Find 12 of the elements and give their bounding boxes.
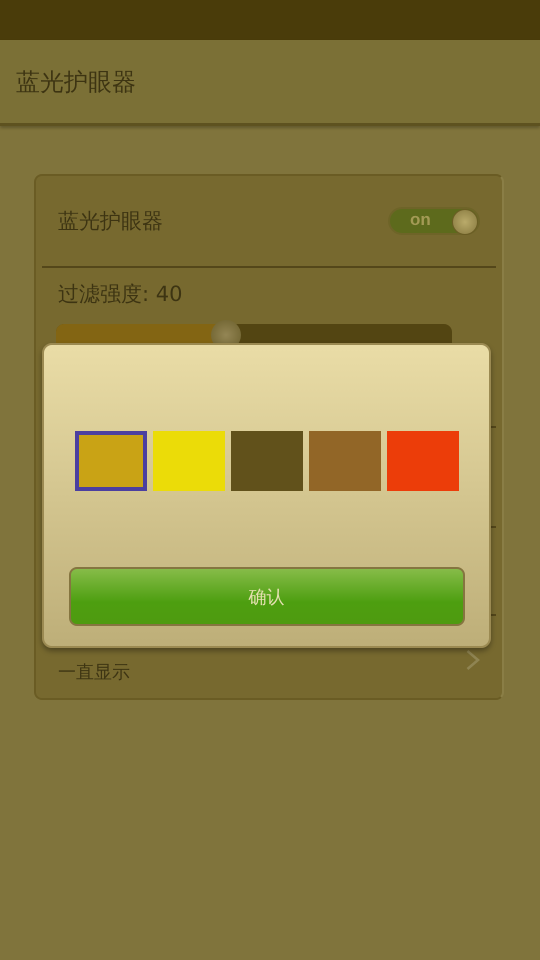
page-title: 蓝光护眼器 — [16, 66, 136, 98]
color-swatch[interactable] — [230, 431, 302, 491]
chevron-right-icon — [466, 650, 480, 670]
confirm-button[interactable]: 确认 — [68, 567, 464, 626]
color-swatch[interactable] — [386, 431, 458, 491]
color-swatch[interactable] — [152, 431, 224, 491]
setting-label: 蓝光护眼器 — [58, 208, 163, 235]
filter-label: 过滤强度: 40 — [58, 282, 182, 306]
toggle-switch[interactable]: on — [388, 207, 480, 235]
setting-value: 一直显示 — [58, 661, 130, 684]
color-swatch[interactable] — [74, 431, 146, 491]
color-swatch[interactable] — [308, 431, 380, 491]
